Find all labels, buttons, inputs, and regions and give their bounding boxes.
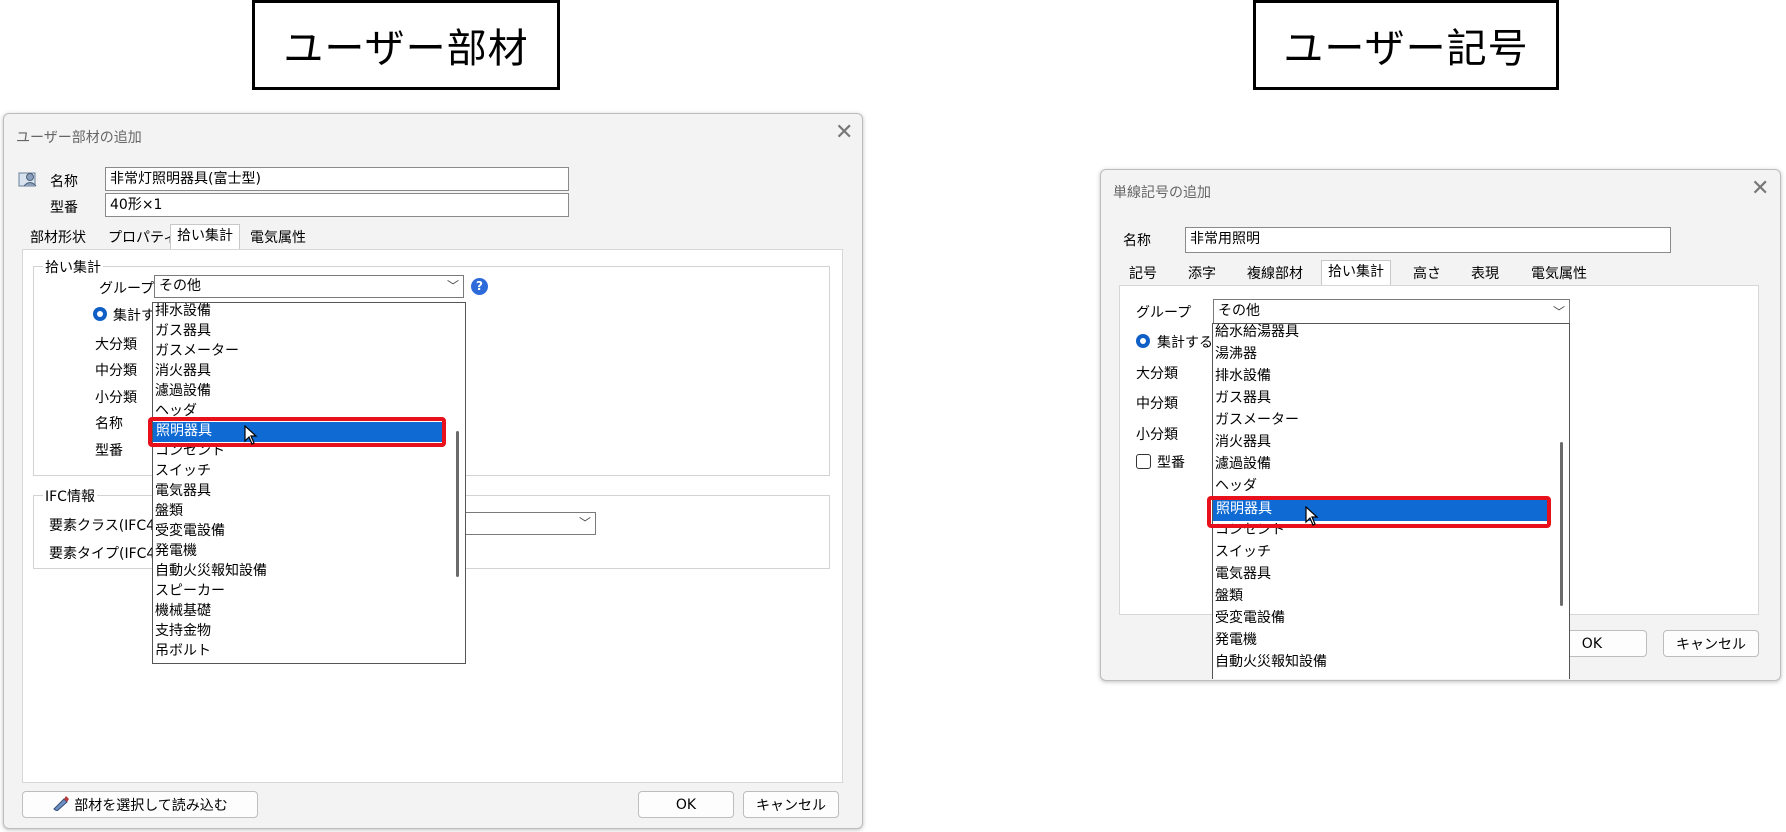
- cancel-button[interactable]: キャンセル: [743, 791, 839, 818]
- list-item[interactable]: ガス器具: [155, 323, 211, 340]
- ok-button[interactable]: OK: [638, 791, 734, 818]
- list-item[interactable]: 排水設備: [155, 303, 211, 320]
- ifc-class-label: 要素クラス(IFC4: [49, 518, 156, 534]
- name-field[interactable]: 非常灯照明器具(富士型): [105, 167, 569, 191]
- close-icon[interactable]: ✕: [835, 122, 853, 144]
- major-category-label: 大分類: [95, 337, 137, 353]
- chevron-down-icon: ﹀: [1552, 305, 1565, 319]
- dialog-title: ユーザー部材の追加: [16, 130, 142, 146]
- list-item[interactable]: スピーカー: [155, 583, 225, 600]
- group-label: グループ: [1136, 305, 1192, 321]
- ifc-type-label: 要素タイプ(IFC4: [49, 546, 156, 562]
- group-select[interactable]: その他 ﹀: [154, 275, 464, 298]
- group-select-value: その他: [1218, 303, 1260, 319]
- minor-category-label: 小分類: [95, 390, 137, 406]
- group-select[interactable]: その他 ﹀: [1213, 299, 1570, 324]
- tab-suffix[interactable]: 添字: [1182, 263, 1222, 285]
- list-item[interactable]: 消火器具: [1215, 434, 1271, 451]
- list-item[interactable]: 支持金物: [155, 623, 211, 640]
- list-item[interactable]: コンセント: [1215, 522, 1285, 539]
- aggregate-label: 集計する: [1157, 335, 1213, 351]
- list-item[interactable]: 自動火災報知設備: [155, 563, 267, 580]
- add-user-member-dialog: ユーザー部材の追加 ✕ 名称 非常灯照明器具(富士型) 型番 40形×1 部材形…: [3, 113, 863, 829]
- tab-symbol[interactable]: 記号: [1123, 263, 1163, 285]
- list-item[interactable]: ガスメーター: [155, 343, 239, 360]
- model-checkbox[interactable]: [1136, 454, 1151, 469]
- list-item[interactable]: 機械基礎: [155, 603, 211, 620]
- add-single-line-symbol-dialog: 単線記号の追加 ✕ 名称 非常用照明 記号 添字 複線部材 拾い集計 高さ 表現…: [1100, 169, 1781, 681]
- list-item[interactable]: 受変電設備: [1215, 610, 1285, 627]
- dropdown-scrollbar[interactable]: [456, 431, 459, 577]
- list-item[interactable]: ヘッダ: [155, 403, 197, 420]
- list-item[interactable]: 受変電設備: [155, 523, 225, 540]
- item-model-label: 型番: [95, 443, 123, 459]
- middle-category-label: 中分類: [95, 363, 137, 379]
- tab-member-shape[interactable]: 部材形状: [24, 227, 92, 249]
- name-field[interactable]: 非常用照明: [1185, 227, 1671, 253]
- list-item[interactable]: スイッチ: [1215, 544, 1271, 561]
- list-item[interactable]: コンセント: [155, 443, 225, 460]
- name-label: 名称: [1123, 233, 1151, 249]
- aggregate-radio[interactable]: [93, 307, 107, 321]
- group-dropdown-list[interactable]: 給水給湯器具 湯沸器 排水設備 ガス器具 ガスメーター 消火器具 濾過設備 ヘッ…: [1212, 323, 1570, 679]
- load-member-label: 部材を選択して読み込む: [74, 797, 228, 814]
- load-member-button[interactable]: 部材を選択して読み込む: [22, 791, 258, 818]
- aggregation-section-title: 拾い集計: [43, 257, 103, 277]
- list-item-selected[interactable]: 照明器具: [1213, 500, 1547, 521]
- pick-member-icon: [52, 795, 70, 815]
- ok-label: OK: [1581, 635, 1602, 652]
- tab-height[interactable]: 高さ: [1407, 263, 1447, 285]
- tab-multi-line-member[interactable]: 複線部材: [1241, 263, 1309, 285]
- tab-representation[interactable]: 表現: [1465, 263, 1505, 285]
- list-item[interactable]: 電気器具: [1215, 566, 1271, 583]
- list-item[interactable]: 消火器具: [155, 363, 211, 380]
- user-member-icon: [18, 170, 38, 188]
- group-select-value: その他: [159, 278, 201, 294]
- list-item[interactable]: ガスメーター: [1215, 412, 1299, 429]
- minor-category-label: 小分類: [1136, 427, 1178, 443]
- tab-aggregation[interactable]: 拾い集計: [1321, 260, 1391, 286]
- chevron-down-icon: ﹀: [578, 516, 591, 530]
- list-item[interactable]: 発電機: [1215, 632, 1257, 649]
- aggregate-label: 集計す: [113, 308, 155, 324]
- close-icon[interactable]: ✕: [1751, 178, 1769, 200]
- chevron-down-icon: ﹀: [446, 279, 459, 293]
- list-item[interactable]: 自動火災報知設備: [1215, 654, 1327, 671]
- list-item[interactable]: 湯沸器: [1215, 346, 1257, 363]
- caption-user-member: ユーザー部材: [252, 0, 560, 90]
- tab-electrical[interactable]: 電気属性: [244, 227, 312, 249]
- ifc-class-select[interactable]: ﹀: [464, 512, 596, 535]
- list-item[interactable]: 濾過設備: [1215, 456, 1271, 473]
- tab-aggregation[interactable]: 拾い集計: [170, 224, 240, 250]
- list-item[interactable]: ヘッダ: [1215, 478, 1257, 495]
- caption-user-symbol: ユーザー記号: [1253, 0, 1559, 90]
- name-label: 名称: [50, 174, 78, 190]
- dialog-title: 単線記号の追加: [1113, 185, 1211, 201]
- dropdown-scrollbar[interactable]: [1560, 442, 1563, 606]
- list-item-selected[interactable]: 照明器具: [153, 422, 443, 442]
- group-label: グループ: [99, 281, 155, 297]
- item-name-label: 名称: [95, 416, 123, 432]
- group-dropdown-list[interactable]: 排水設備 ガス器具 ガスメーター 消火器具 濾過設備 ヘッダ 照明器具 コンセン…: [152, 302, 466, 664]
- tab-electrical[interactable]: 電気属性: [1525, 263, 1593, 285]
- list-item[interactable]: 盤類: [1215, 588, 1243, 605]
- help-icon[interactable]: ?: [471, 278, 488, 295]
- list-item[interactable]: スイッチ: [155, 463, 211, 480]
- aggregate-radio[interactable]: [1136, 334, 1150, 348]
- list-item[interactable]: 排水設備: [1215, 368, 1271, 385]
- list-item[interactable]: 濾過設備: [155, 383, 211, 400]
- model-field[interactable]: 40形×1: [105, 193, 569, 217]
- list-item[interactable]: 吊ボルト: [155, 643, 211, 660]
- middle-category-label: 中分類: [1136, 396, 1178, 412]
- model-label: 型番: [50, 200, 78, 216]
- list-item[interactable]: 発電機: [155, 543, 197, 560]
- major-category-label: 大分類: [1136, 366, 1178, 382]
- cancel-button[interactable]: キャンセル: [1663, 630, 1759, 657]
- list-item[interactable]: ガス器具: [1215, 390, 1271, 407]
- list-item[interactable]: 給水給湯器具: [1215, 324, 1299, 341]
- ifc-section-title: IFC情報: [43, 486, 97, 506]
- list-item[interactable]: 電気器具: [155, 483, 211, 500]
- list-item[interactable]: 盤類: [155, 503, 183, 520]
- model-label: 型番: [1157, 455, 1185, 471]
